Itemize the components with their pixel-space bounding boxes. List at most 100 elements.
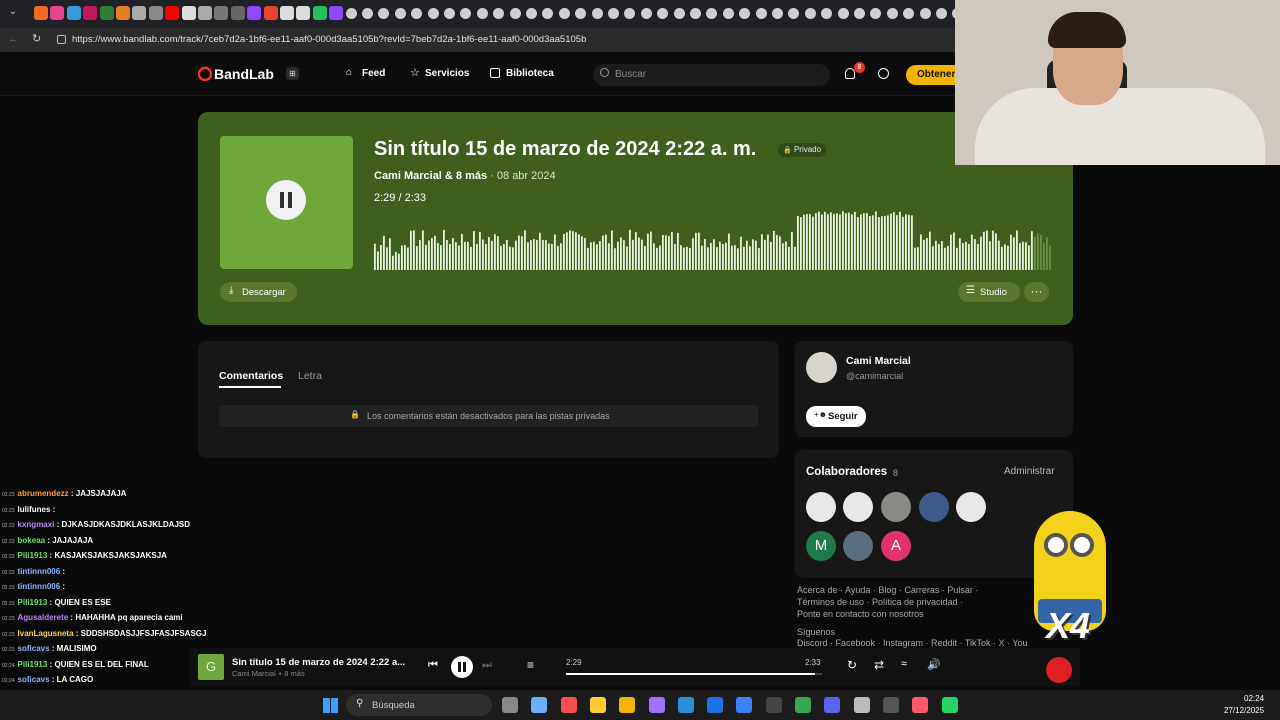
browser-tab-favicon-icon[interactable] bbox=[624, 8, 636, 19]
taskbar-app-icon[interactable] bbox=[795, 697, 811, 713]
footer-links-row1[interactable]: Acerca de · Ayuda · Blog · Carreras · Pu… bbox=[797, 585, 978, 595]
back-icon[interactable]: ← bbox=[8, 33, 19, 45]
queue-icon[interactable]: ≡ bbox=[527, 658, 534, 672]
collaborator-avatar[interactable] bbox=[881, 492, 911, 522]
browser-tab-favicon-icon[interactable] bbox=[870, 8, 882, 19]
browser-tab-favicon-icon[interactable] bbox=[263, 6, 278, 20]
collaborator-avatar[interactable] bbox=[956, 492, 986, 522]
taskbar-app-icon[interactable] bbox=[648, 697, 665, 713]
browser-tab-favicon-icon[interactable] bbox=[312, 6, 327, 20]
browser-tab-favicon-icon[interactable] bbox=[394, 8, 406, 19]
taskbar-app-icon[interactable] bbox=[677, 697, 694, 713]
browser-tab-favicon-icon[interactable] bbox=[83, 6, 98, 20]
chat-username[interactable]: bokeaa bbox=[18, 536, 46, 545]
collaborator-avatar[interactable] bbox=[919, 492, 949, 522]
browser-tab-favicon-icon[interactable] bbox=[362, 8, 373, 19]
browser-tab-favicon-icon[interactable] bbox=[66, 6, 81, 20]
browser-tab-favicon-icon[interactable] bbox=[542, 8, 554, 19]
footer-socials[interactable]: Discord · Facebook · Instagram · Reddit … bbox=[797, 638, 1028, 648]
browser-tab-favicon-icon[interactable] bbox=[345, 8, 357, 19]
tab-lyrics[interactable]: Letra bbox=[298, 370, 322, 382]
browser-tab-favicon-icon[interactable] bbox=[247, 6, 262, 20]
browser-tab-favicon-icon[interactable] bbox=[230, 6, 245, 20]
taskbar-app-icon[interactable] bbox=[560, 697, 577, 713]
messages-icon[interactable] bbox=[878, 68, 889, 79]
player-pause-button[interactable] bbox=[451, 656, 473, 678]
browser-tab-favicon-icon[interactable] bbox=[116, 6, 130, 20]
browser-tab-favicon-icon[interactable] bbox=[476, 8, 488, 19]
lyrics-icon[interactable]: ≈ bbox=[901, 658, 907, 670]
windows-start-icon[interactable] bbox=[323, 698, 338, 713]
browser-tab-favicon-icon[interactable] bbox=[772, 8, 783, 19]
browser-tab-favicon-icon[interactable] bbox=[788, 8, 800, 19]
chat-username[interactable]: tintinnn006 bbox=[18, 567, 61, 576]
search-input[interactable]: Buscar bbox=[593, 64, 830, 86]
browser-tab-favicon-icon[interactable] bbox=[526, 8, 537, 19]
taskbar-app-icon[interactable] bbox=[824, 697, 841, 713]
browser-tab-favicon-icon[interactable] bbox=[296, 6, 311, 20]
footer-links-row3[interactable]: Ponte en contacto con nosotros bbox=[797, 609, 924, 619]
browser-tab-favicon-icon[interactable] bbox=[657, 8, 669, 19]
browser-tab-favicon-icon[interactable] bbox=[50, 6, 65, 20]
collaborator-avatar[interactable] bbox=[806, 492, 836, 522]
taskbar-app-icon[interactable] bbox=[502, 697, 518, 713]
player-title[interactable]: Sin título 15 de marzo de 2024 2:22 a... bbox=[232, 657, 405, 668]
taskbar-app-icon[interactable] bbox=[531, 697, 548, 713]
browser-tab-favicon-icon[interactable] bbox=[378, 8, 390, 19]
pause-button[interactable] bbox=[266, 180, 306, 220]
download-button[interactable]: ⤓ Descargar bbox=[220, 282, 297, 302]
chat-username[interactable]: soficavs bbox=[18, 644, 50, 653]
chat-username[interactable]: soficavs bbox=[18, 675, 50, 684]
volume-icon[interactable]: 🔊 bbox=[927, 658, 941, 671]
follow-button[interactable]: +☻ Seguir bbox=[806, 406, 866, 427]
browser-tab-favicon-icon[interactable] bbox=[837, 8, 849, 19]
footer-links-row2[interactable]: Términos de uso · Política de privacidad… bbox=[797, 597, 963, 607]
browser-tab-favicon-icon[interactable] bbox=[460, 8, 472, 19]
browser-tab-favicon-icon[interactable] bbox=[755, 8, 767, 19]
browser-tab-favicon-icon[interactable] bbox=[427, 8, 439, 19]
nav-feed[interactable]: Feed bbox=[362, 68, 385, 79]
browser-tab-favicon-icon[interactable] bbox=[722, 8, 734, 19]
chat-username[interactable]: lulifunes bbox=[18, 505, 51, 514]
browser-tab-favicon-icon[interactable] bbox=[608, 8, 619, 19]
site-info-icon[interactable] bbox=[57, 35, 66, 44]
player-cover[interactable]: G bbox=[198, 654, 224, 680]
taskbar-app-icon[interactable] bbox=[912, 697, 929, 713]
nav-servicios[interactable]: Servicios bbox=[425, 68, 469, 79]
track-artist[interactable]: Cami Marcial & 8 más bbox=[374, 170, 487, 182]
manage-link[interactable]: Administrar bbox=[1004, 466, 1055, 477]
chat-username[interactable]: IvanLagusneta bbox=[18, 629, 74, 638]
browser-tab-favicon-icon[interactable] bbox=[706, 8, 718, 19]
previous-icon[interactable]: ⏮ bbox=[428, 659, 438, 672]
browser-tab-favicon-icon[interactable] bbox=[640, 8, 652, 19]
reload-icon[interactable]: ↻ bbox=[32, 32, 41, 45]
taskbar-app-icon[interactable] bbox=[765, 697, 782, 713]
browser-tab-favicon-icon[interactable] bbox=[198, 6, 212, 20]
browser-tab-favicon-icon[interactable] bbox=[181, 6, 196, 20]
chat-username[interactable]: Pili1913 bbox=[18, 660, 48, 669]
next-icon[interactable]: ⏭ bbox=[482, 659, 492, 672]
studio-button[interactable]: ☰ Studio bbox=[958, 282, 1020, 302]
taskbar-app-icon[interactable] bbox=[619, 697, 636, 713]
chat-username[interactable]: Agusalderete bbox=[18, 613, 69, 622]
browser-tab-favicon-icon[interactable] bbox=[673, 8, 685, 19]
repeat-icon[interactable]: ↻ bbox=[847, 658, 857, 672]
browser-tab-favicon-icon[interactable] bbox=[132, 6, 147, 20]
taskbar-app-icon[interactable] bbox=[941, 697, 958, 713]
track-cover[interactable] bbox=[220, 136, 353, 269]
browser-tab-favicon-icon[interactable] bbox=[214, 6, 229, 20]
browser-tab-favicon-icon[interactable] bbox=[804, 8, 816, 19]
tab-list-chevron-icon[interactable]: ⌄ bbox=[6, 6, 20, 20]
taskbar-app-icon[interactable] bbox=[707, 697, 724, 713]
browser-tab-favicon-icon[interactable] bbox=[558, 8, 570, 19]
owner-avatar[interactable] bbox=[806, 352, 837, 383]
browser-tab-favicon-icon[interactable] bbox=[280, 6, 294, 20]
browser-tab-favicon-icon[interactable] bbox=[821, 8, 833, 19]
browser-tab-favicon-icon[interactable] bbox=[854, 8, 865, 19]
browser-tab-favicon-icon[interactable] bbox=[591, 8, 603, 19]
shuffle-icon[interactable]: ⇄ bbox=[874, 658, 884, 672]
apps-grid-icon[interactable]: ⊞ bbox=[286, 67, 299, 80]
browser-tab-favicon-icon[interactable] bbox=[886, 8, 898, 19]
browser-tab-favicon-icon[interactable] bbox=[148, 6, 163, 20]
nav-biblioteca[interactable]: Biblioteca bbox=[506, 68, 554, 79]
